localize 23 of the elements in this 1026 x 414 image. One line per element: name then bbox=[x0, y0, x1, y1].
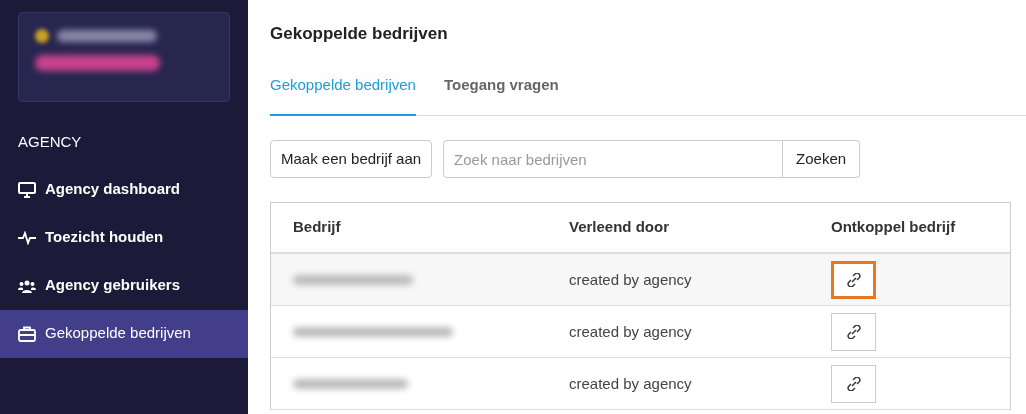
page-title: Gekoppelde bedrijven bbox=[270, 23, 449, 45]
nav-item[interactable]: Agency gebruikers bbox=[0, 261, 248, 310]
nav-item[interactable]: Gekoppelde bedrijven bbox=[0, 309, 248, 358]
table-cell: created by agency bbox=[569, 270, 692, 288]
users-icon bbox=[18, 278, 36, 293]
unlink-button[interactable] bbox=[831, 364, 876, 403]
create-company-button[interactable]: Maak een bedrijf aan bbox=[270, 140, 433, 178]
column-header: Bedrijf bbox=[292, 217, 342, 238]
nav-item[interactable]: Agency dashboard bbox=[0, 165, 248, 214]
tab[interactable]: Toegang vragen bbox=[443, 73, 559, 116]
table-cell: created by agency bbox=[569, 374, 692, 392]
search-button[interactable]: Zoeken bbox=[783, 140, 861, 178]
nav-item[interactable]: Toezicht houden bbox=[0, 213, 248, 262]
unlink-button[interactable] bbox=[831, 312, 876, 351]
column-header: Verleend door bbox=[569, 217, 671, 238]
briefcase-icon bbox=[18, 325, 36, 342]
column-header: Ontkoppel bedrijf bbox=[831, 217, 957, 238]
table-cell: created by agency bbox=[569, 322, 692, 340]
pulse-icon bbox=[18, 230, 36, 245]
section-title: AGENCY bbox=[18, 132, 83, 152]
monitor-icon bbox=[18, 181, 36, 198]
unlink-button[interactable] bbox=[831, 260, 876, 299]
search-field[interactable]: Zoek naar bedrijven bbox=[443, 140, 784, 178]
